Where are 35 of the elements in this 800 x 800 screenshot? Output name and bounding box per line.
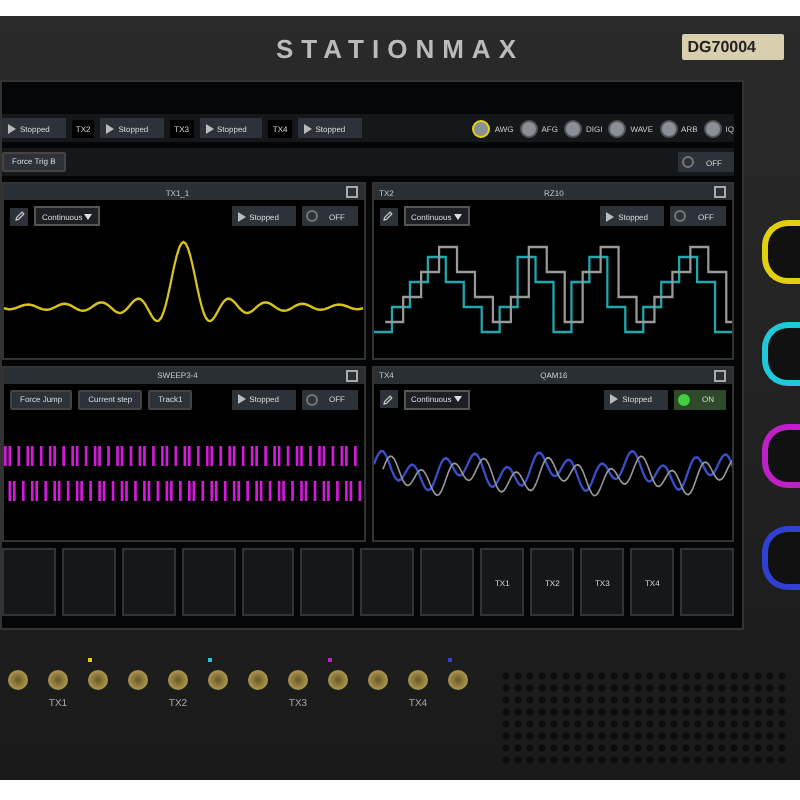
settings-tile[interactable] <box>2 548 56 616</box>
play-icon <box>8 123 16 133</box>
edit-icon[interactable] <box>379 207 397 225</box>
edit-icon[interactable] <box>10 207 28 225</box>
mode-icon[interactable] <box>659 119 678 137</box>
play-icon <box>606 211 615 221</box>
maximize-icon[interactable] <box>345 186 357 198</box>
settings-tile[interactable] <box>121 548 176 616</box>
knob-ring[interactable] <box>762 321 800 386</box>
play-icon <box>610 394 619 404</box>
settings-tile[interactable] <box>300 548 355 616</box>
brand-logo: STATIONMAX <box>275 33 524 63</box>
caret-icon <box>453 396 462 402</box>
settings-tile[interactable] <box>61 548 116 616</box>
caret-icon <box>84 213 93 219</box>
mode-icon[interactable] <box>519 119 538 137</box>
mode-icon[interactable] <box>608 119 627 137</box>
play-icon <box>237 211 246 221</box>
caret-icon <box>453 213 462 219</box>
play-icon <box>237 394 246 404</box>
play-icon <box>303 123 312 133</box>
settings-tile[interactable] <box>420 548 475 616</box>
mode-icon[interactable] <box>703 119 722 137</box>
clock-tile <box>680 548 735 616</box>
play-icon <box>106 123 115 133</box>
mode-icon[interactable] <box>563 119 582 137</box>
play-icon <box>205 123 213 133</box>
settings-tile[interactable] <box>241 548 295 616</box>
maximize-icon[interactable] <box>714 369 726 381</box>
maximize-icon[interactable] <box>345 369 357 381</box>
settings-tile[interactable] <box>360 548 415 616</box>
settings-tile[interactable] <box>181 548 236 616</box>
model-label: DG70004 <box>681 34 784 60</box>
maximize-icon[interactable] <box>714 186 726 198</box>
edit-icon[interactable] <box>379 390 397 408</box>
